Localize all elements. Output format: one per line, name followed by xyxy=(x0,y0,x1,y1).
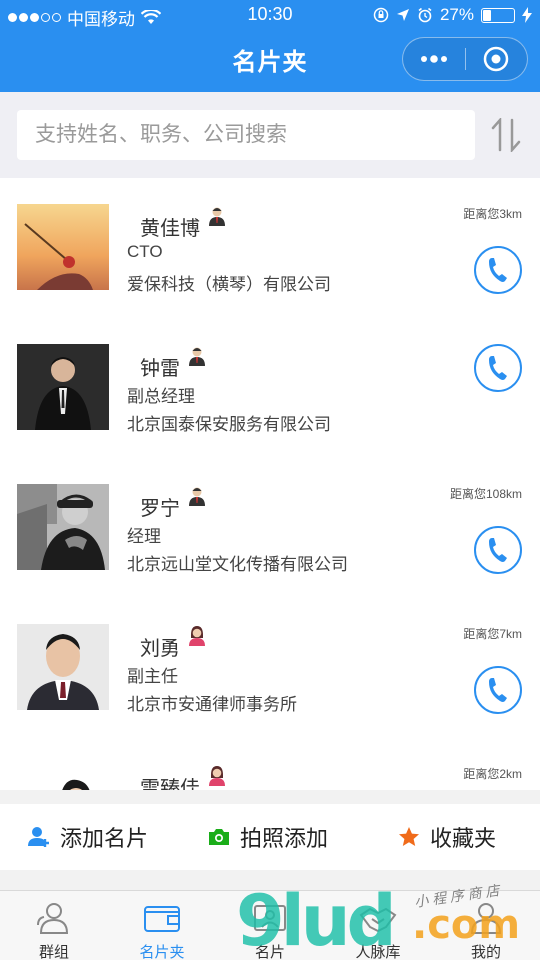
close-target-icon xyxy=(483,46,509,72)
female-avatar-icon xyxy=(189,626,205,646)
star-icon xyxy=(399,827,419,846)
status-bar: 中国移动 10:30 27% xyxy=(0,0,540,30)
phone-icon xyxy=(489,258,507,282)
add-person-icon xyxy=(28,827,49,847)
male-avatar-icon xyxy=(189,347,205,366)
top-bar: 中国移动 10:30 27% 名片夹 xyxy=(0,0,540,92)
group-icon xyxy=(37,903,69,934)
battery-icon xyxy=(481,7,515,23)
avatar xyxy=(17,204,109,290)
phone-icon xyxy=(489,538,507,562)
avatar xyxy=(17,344,109,430)
contact-company: 北京市安通律师事务所 xyxy=(127,695,297,714)
camera-icon xyxy=(209,829,229,845)
more-button[interactable] xyxy=(403,38,465,80)
more-dots-icon xyxy=(420,55,447,63)
call-button[interactable] xyxy=(474,246,522,294)
contact-card[interactable]: 黄佳博 CTO 爱保科技（横琴）有限公司 距离您3km xyxy=(0,178,540,318)
female-avatar-icon xyxy=(209,766,225,786)
battery-percent: 27% xyxy=(439,5,474,24)
search-input[interactable]: 支持姓名、职务、公司搜索 xyxy=(17,110,475,160)
charging-icon xyxy=(522,7,532,23)
male-avatar-icon xyxy=(189,487,205,506)
contact-title: 经理 xyxy=(127,527,161,546)
add-card-label: 添加名片 xyxy=(60,826,149,851)
avatar xyxy=(17,624,109,710)
contact-company: 北京远山堂文化传播有限公司 xyxy=(127,555,348,574)
contact-distance: 距离您7km xyxy=(463,627,522,641)
phone-icon xyxy=(489,356,507,380)
action-bar: 添加名片 拍照添加 收藏夹 xyxy=(0,804,540,870)
contact-card[interactable]: 刘勇 副主任 北京市安通律师事务所 距离您7km xyxy=(0,598,540,738)
contact-name: 钟雷 xyxy=(140,358,180,380)
contact-name: 罗宁 xyxy=(140,498,180,520)
contact-name: 雷臻佳 xyxy=(140,778,200,790)
call-button[interactable] xyxy=(474,526,522,574)
photo-add-label: 拍照添加 xyxy=(240,826,329,851)
mini-program-capsule xyxy=(402,37,528,81)
contact-card[interactable]: 罗宁 经理 北京远山堂文化传播有限公司 距离您108km xyxy=(0,458,540,598)
tab-label: 群组 xyxy=(38,944,69,960)
favorites-button[interactable]: 收藏夹 xyxy=(398,804,496,870)
male-avatar-icon xyxy=(209,207,225,226)
contact-card[interactable]: 雷臻佳 距离您2km xyxy=(0,738,540,790)
call-button[interactable] xyxy=(474,666,522,714)
add-card-button[interactable]: 添加名片 xyxy=(28,804,148,870)
contact-title: 副总经理 xyxy=(127,387,195,406)
location-icon xyxy=(396,9,409,21)
contact-title: CTO xyxy=(127,242,163,261)
tab-label: 名片夹 xyxy=(139,944,185,960)
contact-list: 黄佳博 CTO 爱保科技（横琴）有限公司 距离您3km 钟雷 副总经理 北京国泰… xyxy=(0,178,540,790)
wallet-icon xyxy=(144,906,180,932)
avatar xyxy=(17,764,109,790)
sort-icon[interactable] xyxy=(490,118,522,152)
watermark-logo: 9lud xyxy=(236,880,397,960)
close-button[interactable] xyxy=(465,38,527,80)
contact-name: 黄佳博 xyxy=(140,218,200,240)
alarm-icon xyxy=(418,7,432,23)
phone-icon xyxy=(489,678,507,702)
tab-card-holder[interactable]: 名片夹 xyxy=(108,891,216,960)
contact-distance: 距离您3km xyxy=(463,207,522,221)
call-button[interactable] xyxy=(474,344,522,392)
contact-distance: 距离您2km xyxy=(463,767,522,781)
contact-name: 刘勇 xyxy=(140,638,180,660)
contact-card[interactable]: 钟雷 副总经理 北京国泰保安服务有限公司 xyxy=(0,318,540,458)
contact-title: 副主任 xyxy=(127,667,178,686)
contact-company: 北京国泰保安服务有限公司 xyxy=(127,415,331,434)
rotation-lock-icon xyxy=(373,7,389,23)
search-area: 支持姓名、职务、公司搜索 xyxy=(0,92,540,178)
tab-group[interactable]: 群组 xyxy=(0,891,108,960)
watermark: 9lud .com 小 程 序 商 店 xyxy=(236,880,526,960)
favorites-label: 收藏夹 xyxy=(430,826,497,851)
contact-distance: 距离您108km xyxy=(449,487,522,501)
contact-company: 爱保科技（横琴）有限公司 xyxy=(127,275,331,294)
avatar xyxy=(17,484,109,570)
photo-add-button[interactable]: 拍照添加 xyxy=(208,804,328,870)
